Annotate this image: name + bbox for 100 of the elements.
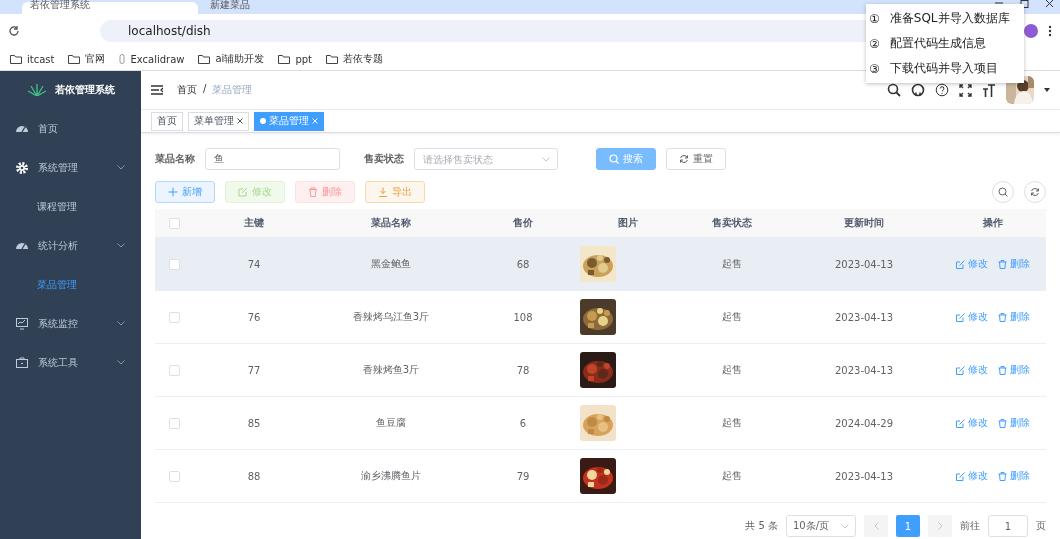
chevron-down-icon (117, 165, 125, 170)
bookmark-link[interactable]: 若依专题 (343, 52, 383, 66)
caret-down-icon[interactable] (1044, 88, 1050, 92)
checkbox[interactable] (168, 364, 180, 376)
table-cell: 79 (516, 470, 530, 482)
menu-item[interactable]: 首页 (0, 109, 141, 148)
search-icon (609, 154, 619, 164)
trash-icon (998, 365, 1007, 375)
checkbox[interactable] (168, 311, 180, 323)
select-field[interactable]: 请选择售卖状态 (414, 148, 558, 170)
table-cell: 起售 (722, 417, 742, 428)
checkbox[interactable] (168, 470, 180, 482)
edit-icon (956, 312, 965, 322)
refresh-icon (1030, 187, 1040, 197)
submenu-item[interactable]: 菜品管理 (0, 265, 141, 304)
reset-button[interactable]: 重置 (666, 148, 726, 170)
edit-icon (956, 471, 965, 481)
checkbox[interactable] (168, 217, 180, 229)
page-input[interactable]: 1 (988, 515, 1028, 537)
table-cell: 起售 (722, 311, 742, 322)
reload-icon[interactable] (8, 25, 20, 37)
tab[interactable]: 首页 (151, 111, 183, 131)
column-header: 售价 (513, 217, 533, 228)
table-cell: 2023-04-13 (834, 470, 894, 482)
table-cell: 渝乡沸腾鱼片 (361, 470, 421, 481)
table-cell: 76 (247, 311, 261, 323)
logo-icon (26, 84, 47, 96)
search-toggle-button[interactable] (992, 181, 1014, 203)
table-cell: 起售 (722, 364, 742, 375)
table-row[interactable]: 77 香辣烤鱼3斤 78 起售 2023-04-13 修改 删除 (155, 343, 1046, 397)
chevron-down-icon (117, 243, 125, 248)
trash-icon (308, 187, 318, 197)
chevron-left-icon (873, 522, 879, 530)
table-cell: 香辣烤乌江鱼3斤 (352, 311, 430, 322)
table-cell: 88 (247, 470, 261, 482)
input-field[interactable]: 鱼 (205, 148, 340, 170)
breadcrumb-item[interactable]: 首页 (177, 83, 197, 97)
bookmark-link[interactable]: ai辅助开发 (215, 52, 265, 66)
download-icon (378, 187, 388, 197)
table-cell: 2023-04-13 (834, 258, 894, 270)
checkbox[interactable] (168, 258, 180, 270)
table-row[interactable]: 74 黑金鲍鱼 68 起售 2023-04-13 修改 删除 (155, 237, 1046, 291)
plus-icon (168, 187, 178, 197)
table-cell: 6 (519, 417, 527, 429)
refresh-button[interactable] (1024, 181, 1046, 203)
total-count: 共 5 条 (745, 519, 778, 533)
fullscreen-icon[interactable] (959, 83, 972, 97)
menu-item[interactable]: 系统管理 (0, 148, 141, 187)
breadcrumb-item: 菜品管理 (212, 83, 253, 97)
menu-item[interactable]: 统计分析 (0, 226, 141, 265)
page-size-select[interactable]: 10条/页 (786, 515, 856, 537)
bookmark-link[interactable]: Excalidraw (130, 53, 185, 65)
chevron-down-icon (841, 523, 849, 529)
font-size-icon[interactable] (982, 83, 996, 97)
column-header: 图片 (617, 217, 638, 228)
field-label: 菜品名称 (155, 152, 195, 166)
trash-icon (998, 471, 1007, 481)
browser-tab[interactable]: 新建菜品 (202, 2, 378, 14)
goto-label: 前往 (960, 519, 980, 533)
submenu-item[interactable]: 课程管理 (0, 187, 141, 226)
search-icon[interactable] (887, 83, 901, 97)
bookmark-link[interactable]: ppt (295, 53, 312, 65)
edit-icon (956, 418, 965, 428)
checkbox[interactable] (168, 417, 180, 429)
table-row[interactable]: 76 香辣烤乌江鱼3斤 108 起售 2023-04-13 修改 删除 (155, 290, 1046, 344)
browser-tab[interactable]: 若依管理系统 (22, 2, 198, 14)
table-row[interactable]: 88 渝乡沸腾鱼片 79 起售 2023-04-13 修改 删除 (155, 449, 1046, 503)
table-cell: 2023-04-13 (834, 311, 894, 323)
table-cell: 68 (516, 258, 530, 270)
trash-icon (998, 259, 1007, 269)
folder-icon (68, 54, 81, 64)
field-label: 售卖状态 (364, 152, 404, 166)
folder-icon (198, 54, 211, 64)
step-text: 下载代码并导入项目 (889, 60, 998, 77)
close-icon[interactable] (237, 118, 243, 124)
table-row[interactable]: 85 鱼豆腐 6 起售 2024-04-29 修改 删除 (155, 396, 1046, 450)
folder-icon (10, 54, 22, 64)
breadcrumb-separator: / (203, 83, 207, 96)
table-cell: 85 (247, 417, 261, 429)
table-cell: 2023-04-13 (834, 364, 894, 376)
table-cell: 黑金鲍鱼 (371, 258, 411, 269)
step-number: ③ (869, 61, 880, 76)
menu-item[interactable]: 系统监控 (0, 304, 141, 343)
column-header: 主键 (244, 217, 264, 228)
menu-item[interactable]: 系统工具 (0, 343, 141, 382)
close-icon (1045, 0, 1054, 8)
column-header: 售卖状态 (712, 217, 752, 228)
chevron-down-icon (117, 360, 125, 365)
bookmark-icon (119, 54, 126, 64)
menu-toggle-icon[interactable] (151, 85, 163, 95)
bookmark-link[interactable]: itcast (27, 53, 55, 65)
help-icon[interactable] (935, 83, 949, 97)
profile-icon[interactable] (1024, 24, 1038, 38)
bookmark-link[interactable]: 官网 (85, 52, 106, 66)
table-cell: 香辣烤鱼3斤 (362, 364, 420, 375)
folder-icon (326, 54, 338, 64)
tab[interactable]: 菜单管理 (188, 111, 249, 131)
maximize-icon (1020, 0, 1029, 8)
edit-icon (956, 259, 965, 269)
trash-icon (998, 418, 1007, 428)
